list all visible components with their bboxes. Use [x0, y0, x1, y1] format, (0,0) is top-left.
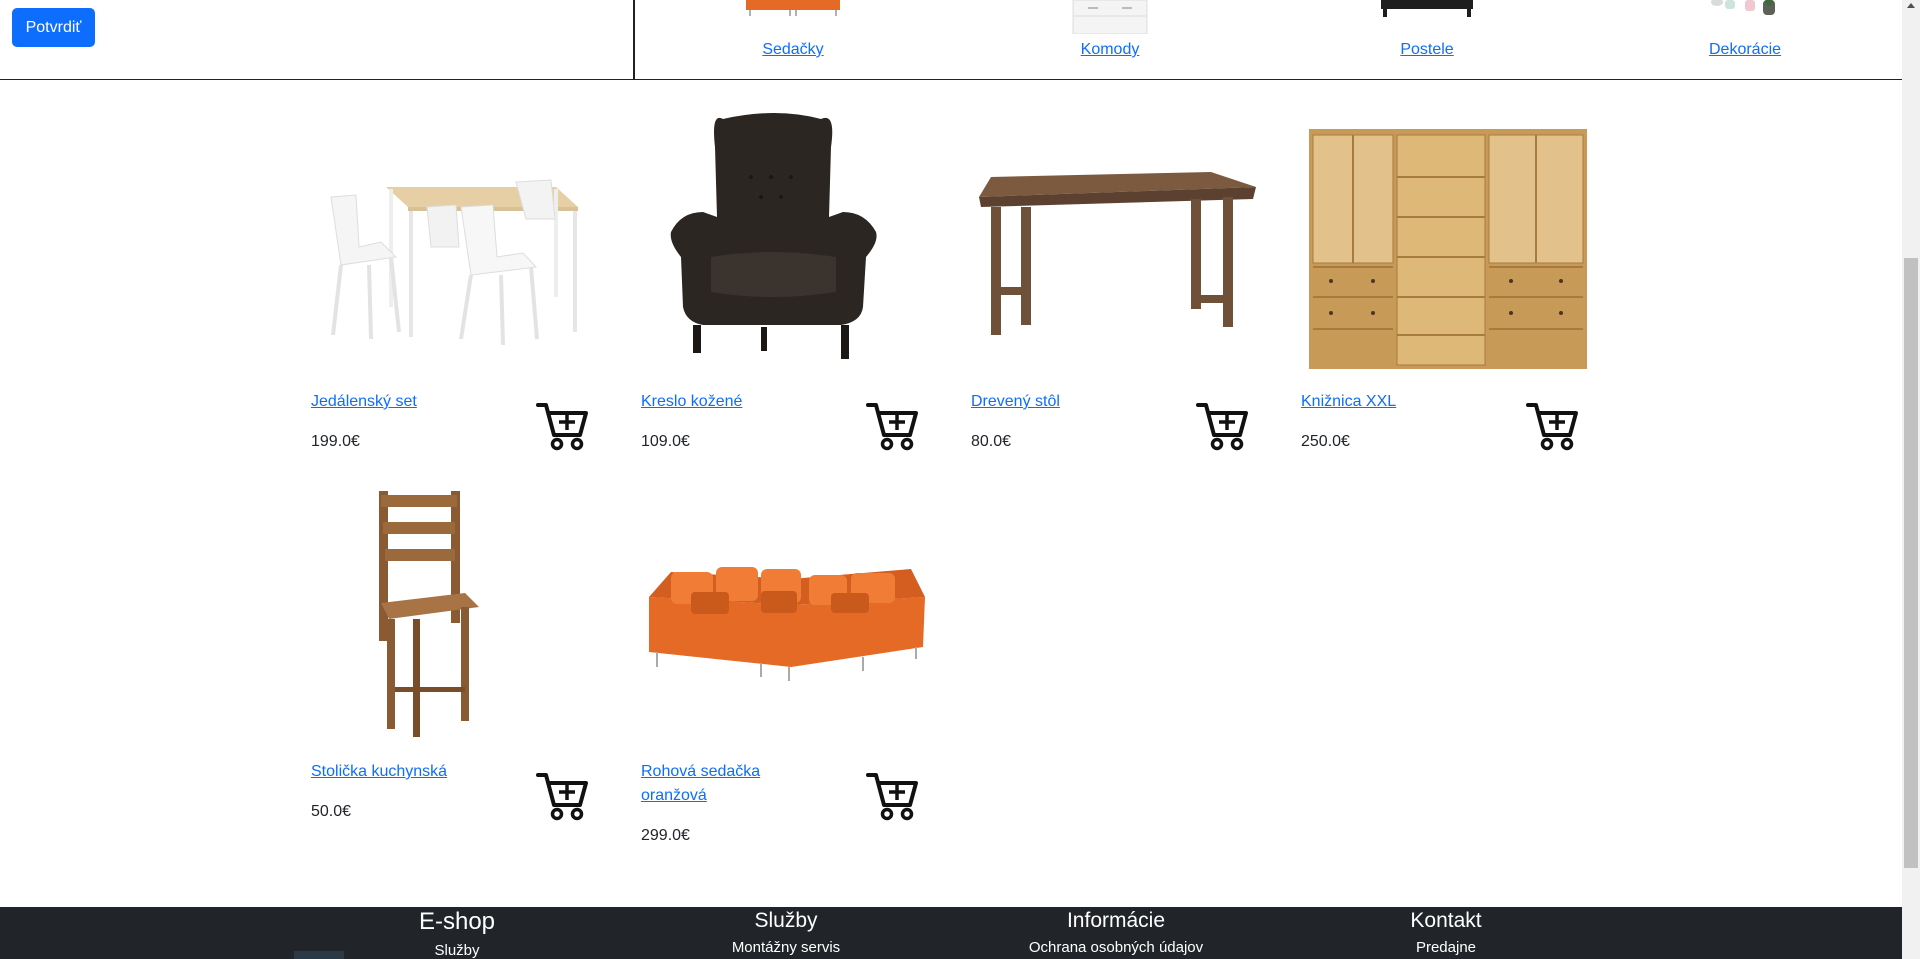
product-price: 50.0€ [311, 803, 352, 820]
armchair-image [670, 113, 877, 359]
confirm-button[interactable]: Potvrdiť [12, 8, 95, 47]
scroll-up-arrow-icon[interactable] [1907, 3, 1915, 8]
product-name-link[interactable]: Drevený stôl [971, 390, 1131, 414]
product-name-link[interactable]: Kreslo kožené [641, 390, 801, 414]
page-scrollbar[interactable] [1902, 0, 1920, 959]
product-name-link[interactable]: Stolička kuchynská [311, 760, 471, 784]
cart-plus-icon[interactable] [536, 769, 588, 821]
cart-plus-icon[interactable] [1526, 399, 1578, 451]
category-postele[interactable]: Postele [1327, 0, 1527, 80]
footer-decoration [294, 951, 344, 959]
product-card: Drevený stôl 80.0€ [971, 107, 1271, 467]
dresser-thumbnail-icon [1072, 0, 1148, 34]
category-link-komody[interactable]: Komody [1010, 41, 1210, 59]
cart-plus-icon[interactable] [866, 769, 918, 821]
bookcase-image [1309, 129, 1587, 369]
footer: E-shop Služby Služby Montážny servis Inf… [0, 907, 1902, 959]
product-price: 299.0€ [641, 827, 690, 844]
footer-info-column: Informácie Ochrana osobných údajov [986, 907, 1246, 956]
category-sedacky[interactable]: Sedačky [693, 0, 893, 80]
product-card: Stolička kuchynská 50.0€ [311, 477, 611, 857]
category-dekoracie[interactable]: Dekorácie [1645, 0, 1845, 80]
product-price: 109.0€ [641, 433, 690, 450]
product-card: Kreslo kožené 109.0€ [641, 107, 941, 467]
decor-thumbnail-icon [1711, 0, 1775, 15]
cart-plus-icon[interactable] [536, 399, 588, 451]
footer-info-title: Informácie [1066, 909, 1166, 932]
product-card: Knižnica XXL 250.0€ [1301, 107, 1601, 467]
footer-brand-column: E-shop Služby [327, 907, 587, 959]
footer-brand-title: E-shop [418, 908, 496, 935]
cart-plus-icon[interactable] [866, 399, 918, 451]
product-name-link[interactable]: Knižnica XXL [1301, 390, 1461, 414]
footer-services-link[interactable]: Montážny servis [656, 939, 916, 956]
product-card: Rohová sedačka oranžová 299.0€ [641, 477, 941, 857]
kitchen-chair-image [379, 491, 479, 737]
product-price: 80.0€ [971, 433, 1012, 450]
product-price: 199.0€ [311, 433, 360, 450]
top-category-bar: Potvrdiť Sedačky Komody Postele Dekoráci… [0, 0, 1902, 80]
footer-services-column: Služby Montážny servis [656, 907, 916, 956]
wooden-table-image [979, 172, 1256, 335]
product-name-link[interactable]: Jedálenský set [311, 390, 471, 414]
product-card: Jedálenský set 199.0€ [311, 107, 611, 467]
product-price: 250.0€ [1301, 433, 1350, 450]
footer-contact-column: Kontakt Predajne [1316, 907, 1576, 956]
bed-thumbnail-icon [1381, 0, 1473, 17]
footer-brand-link[interactable]: Služby [327, 942, 587, 959]
corner-sofa-image [649, 567, 925, 681]
dining-set-image [330, 179, 578, 346]
footer-contact-link[interactable]: Predajne [1316, 939, 1576, 956]
vertical-divider [633, 0, 635, 80]
category-komody[interactable]: Komody [1010, 0, 1210, 80]
footer-contact-title: Kontakt [1410, 909, 1482, 932]
category-link-postele[interactable]: Postele [1327, 41, 1527, 59]
scrollbar-thumb[interactable] [1904, 258, 1918, 868]
footer-services-title: Služby [754, 909, 818, 932]
cart-plus-icon[interactable] [1196, 399, 1248, 451]
category-link-sedacky[interactable]: Sedačky [693, 41, 893, 59]
footer-info-link[interactable]: Ochrana osobných údajov [986, 939, 1246, 956]
category-link-dekoracie[interactable]: Dekorácie [1645, 41, 1845, 59]
sofa-thumbnail-icon [746, 0, 840, 16]
product-name-link[interactable]: Rohová sedačka oranžová [641, 760, 801, 808]
